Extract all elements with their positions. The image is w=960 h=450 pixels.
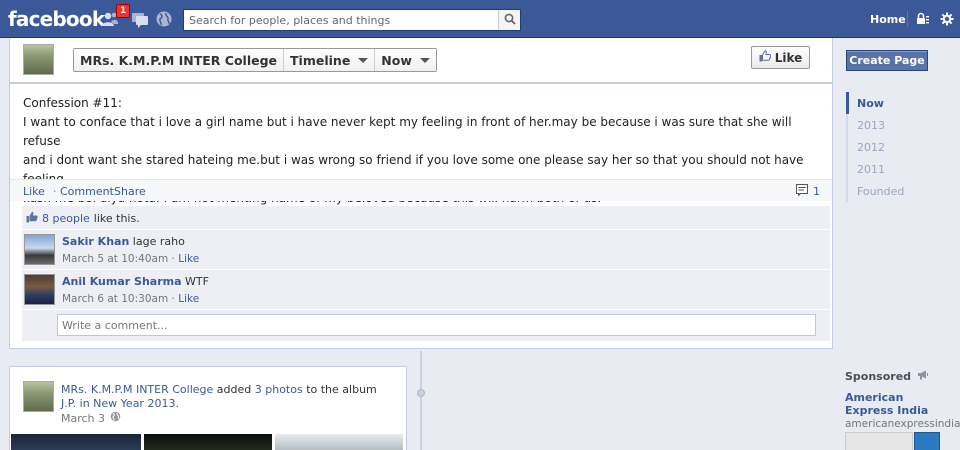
- commenter-avatar[interactable]: [24, 274, 55, 305]
- comment-text: lage raho: [132, 235, 185, 248]
- photo-story: MRs. K.M.P.M INTER College added 3 photo…: [9, 366, 407, 450]
- timeline-header: MRs. K.M.P.M INTER College Timeline Now …: [9, 38, 833, 83]
- action-separator: ·: [53, 185, 57, 198]
- sponsored-header: Sponsored: [845, 370, 929, 383]
- story-meta: March 3: [61, 411, 121, 425]
- comment-like-link[interactable]: Like: [178, 253, 199, 265]
- like-button-label: Like: [774, 50, 803, 65]
- period-dropdown[interactable]: Now: [375, 49, 436, 71]
- meta-separator: ·: [171, 293, 175, 305]
- amex-logo-icon[interactable]: [914, 432, 940, 450]
- year-item-2011[interactable]: 2011: [846, 158, 904, 180]
- search-button[interactable]: [498, 10, 520, 30]
- write-comment-row: [22, 310, 830, 342]
- story-to-album: to the album: [306, 383, 377, 396]
- timeline-marker: [417, 389, 425, 397]
- comment-item: Anil Kumar Sharma WTF March 6 at 10:30am…: [22, 270, 830, 310]
- ad-title[interactable]: American Express India: [845, 391, 955, 417]
- story-headline: MRs. K.M.P.M INTER College added 3 photo…: [61, 383, 381, 411]
- year-item-now[interactable]: Now: [846, 92, 904, 114]
- chevron-down-icon: [419, 57, 430, 63]
- comment-count-value: 1: [813, 185, 820, 198]
- story-album-link[interactable]: J.P. in New Year 2013.: [61, 397, 179, 410]
- commenter-avatar[interactable]: [24, 234, 55, 265]
- top-bar: facebook 1 Home: [0, 0, 960, 38]
- page-avatar[interactable]: [23, 381, 54, 412]
- timeline-dropdown[interactable]: Timeline: [284, 49, 376, 71]
- timeline-dropdown-label: Timeline: [290, 52, 351, 68]
- search-icon: [504, 13, 516, 28]
- nav-divider: [907, 11, 908, 27]
- likes-suffix: like this.: [93, 212, 140, 225]
- thumbs-up-icon: [759, 50, 771, 65]
- period-dropdown-label: Now: [381, 52, 412, 68]
- year-item-founded[interactable]: Founded: [846, 180, 904, 202]
- page-avatar[interactable]: [23, 44, 54, 75]
- notification-badge: 1: [116, 4, 131, 18]
- chevron-down-icon: [358, 57, 369, 63]
- year-item-2013[interactable]: 2013: [846, 114, 904, 136]
- commenter-name[interactable]: Anil Kumar Sharma: [62, 275, 182, 288]
- sponsored-label: Sponsored: [845, 370, 912, 383]
- comment-timestamp[interactable]: March 6 at 10:30am: [62, 293, 168, 305]
- settings-gear-icon[interactable]: [940, 12, 954, 26]
- meta-separator: ·: [171, 253, 175, 265]
- thumbs-up-icon: [26, 211, 38, 226]
- comment-count[interactable]: 1: [796, 184, 820, 199]
- commenter-name[interactable]: Sakir Khan: [62, 235, 129, 248]
- page-name-button[interactable]: MRs. K.M.P.M INTER College: [74, 49, 285, 71]
- search-input[interactable]: [184, 10, 498, 30]
- privacy-lock-icon[interactable]: [916, 12, 930, 26]
- post-title: Confession #11:: [23, 96, 122, 110]
- share-link[interactable]: Share: [114, 185, 146, 198]
- ad-url[interactable]: americanexpressindia....: [845, 418, 960, 430]
- album-photo[interactable]: [144, 434, 272, 450]
- create-page-button[interactable]: Create Page: [846, 50, 928, 71]
- story-page-link[interactable]: MRs. K.M.P.M INTER College: [61, 383, 213, 396]
- facebook-logo[interactable]: facebook: [8, 7, 105, 31]
- megaphone-icon[interactable]: [917, 370, 929, 383]
- comment-text: WTF: [185, 275, 209, 288]
- story-photos-link[interactable]: 3 photos: [255, 383, 303, 396]
- post-actions-bar: Like · Comment · Share 1: [10, 179, 832, 201]
- write-comment-input[interactable]: [57, 314, 816, 336]
- home-link[interactable]: Home: [870, 13, 906, 26]
- comment-item: Sakir Khan lage raho March 5 at 10:40am …: [22, 230, 830, 270]
- messages-icon[interactable]: [131, 10, 149, 28]
- album-photo[interactable]: [275, 434, 403, 450]
- comment-like-link[interactable]: Like: [178, 293, 199, 305]
- album-photo[interactable]: [11, 434, 141, 450]
- timeline-year-nav: Now 2013 2012 2011 Founded: [846, 92, 904, 202]
- timeline-spine: [420, 351, 422, 450]
- comment-bubble-icon: [796, 184, 809, 199]
- page-like-button[interactable]: Like: [751, 46, 810, 69]
- year-item-2012[interactable]: 2012: [846, 136, 904, 158]
- search-box: [183, 9, 521, 31]
- globe-icon[interactable]: [110, 411, 121, 425]
- story-verb: added: [216, 383, 252, 396]
- ad-image[interactable]: [845, 432, 913, 450]
- confession-post: Confession #11: I want to conface that i…: [9, 83, 833, 349]
- story-date[interactable]: March 3: [61, 412, 105, 425]
- likes-summary: 8 people like this.: [22, 206, 830, 230]
- comment-link[interactable]: Comment: [60, 185, 114, 198]
- like-link[interactable]: Like: [23, 185, 45, 198]
- notifications-globe-icon[interactable]: [155, 10, 173, 28]
- likers-link[interactable]: 8 people: [42, 212, 90, 225]
- comment-timestamp[interactable]: March 5 at 10:40am: [62, 253, 168, 265]
- action-separator: ·: [107, 185, 111, 198]
- timeline-scope-selector: MRs. K.M.P.M INTER College Timeline Now: [73, 48, 437, 72]
